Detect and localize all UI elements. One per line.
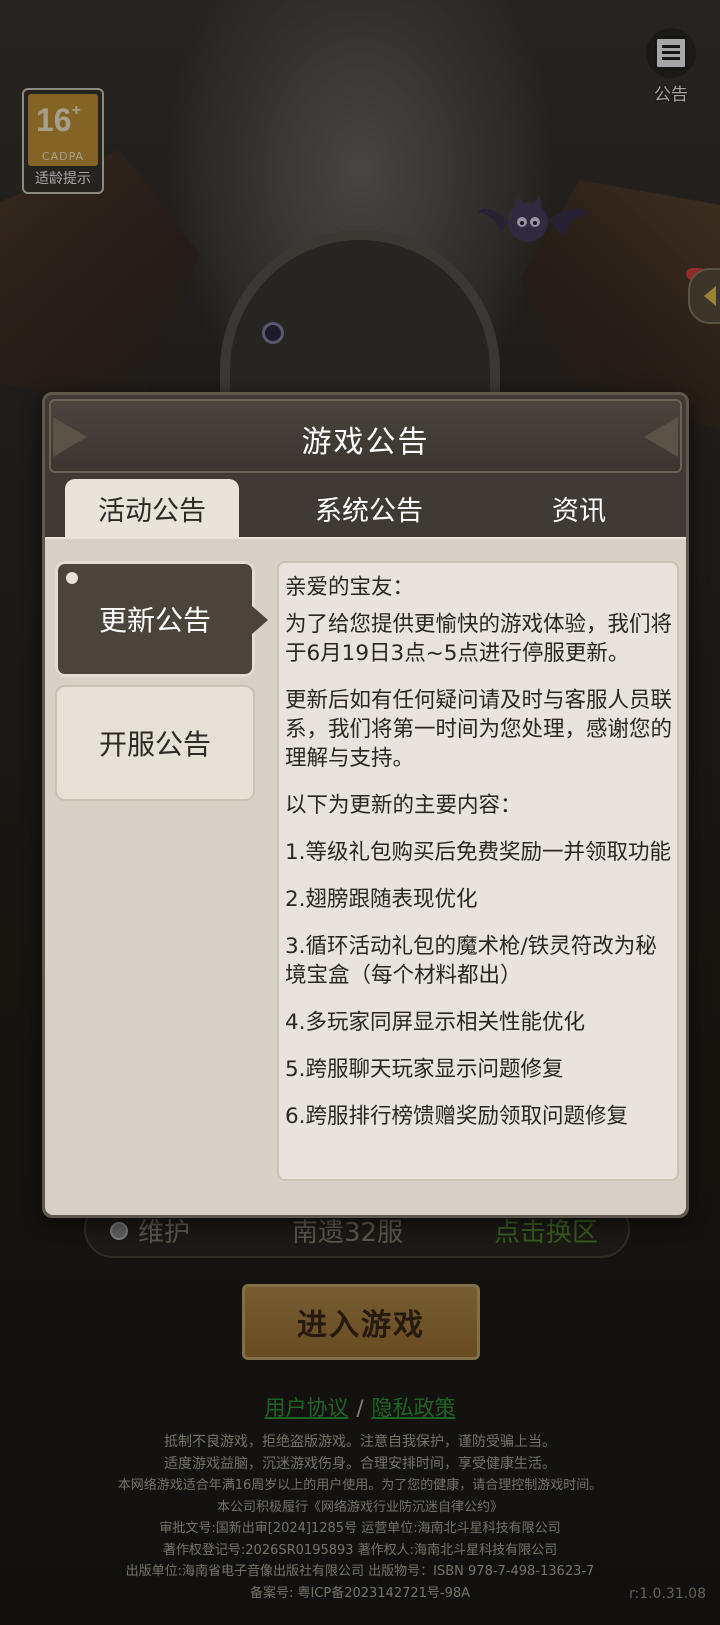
content-list-item: 5.跨服聊天玩家显示问题修复 — [285, 1057, 564, 1082]
content-list-item: 4.多玩家同屏显示相关性能优化 — [285, 1010, 586, 1035]
content-greeting: 亲爱的宝友： — [285, 575, 415, 600]
modal-body: 更新公告 开服公告 亲爱的宝友： 为了给您提供更愉快的游戏体验，我们将于6月19… — [45, 537, 686, 1215]
content-paragraph: 更新后如有任何疑问请及时与客服人员联系，我们将第一时间为您处理，感谢您的理解与支… — [285, 688, 673, 771]
sub-tab-server-open-notice[interactable]: 开服公告 — [55, 685, 255, 801]
tab-news[interactable]: 资讯 — [489, 479, 669, 537]
content-list-item: 6.跨服排行榜馈赠奖励领取问题修复 — [285, 1104, 629, 1129]
sub-tab-update-notice[interactable]: 更新公告 — [55, 561, 268, 677]
content-list-item: 1.等级礼包购买后免费奖励一并领取功能 — [285, 840, 672, 865]
modal-header: 游戏公告 — [49, 399, 682, 473]
sub-tab-label: 开服公告 — [98, 728, 211, 761]
content-paragraph: 以下为更新的主要内容： — [285, 793, 522, 818]
content-list-item: 2.翅膀跟随表现优化 — [285, 887, 478, 912]
content-list-item: 3.循环活动礼包的魔术枪/铁灵符改为秘境宝盒（每个材料都出） — [285, 934, 657, 988]
modal-title: 游戏公告 — [301, 425, 430, 460]
announcement-modal: 游戏公告 活动公告 系统公告 资讯 更新公告 开服公告 亲爱的宝友： 为了给您提… — [42, 392, 689, 1218]
announcement-tabs: 活动公告 系统公告 资讯 — [49, 479, 682, 537]
sub-tab-label: 更新公告 — [98, 604, 211, 637]
sub-tab-indicator-dot — [66, 572, 78, 584]
tab-event-notice[interactable]: 活动公告 — [65, 479, 239, 537]
announcement-content[interactable]: 亲爱的宝友： 为了给您提供更愉快的游戏体验，我们将于6月19日3点~5点进行停服… — [277, 561, 679, 1181]
content-paragraph: 为了给您提供更愉快的游戏体验，我们将于6月19日3点~5点进行停服更新。 — [285, 612, 673, 666]
tab-system-notice[interactable]: 系统公告 — [279, 479, 459, 537]
